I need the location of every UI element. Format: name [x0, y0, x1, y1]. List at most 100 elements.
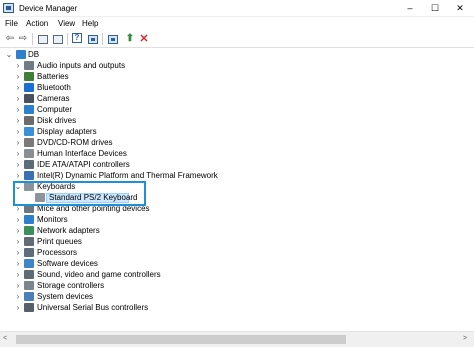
help-question-icon[interactable]: ?	[72, 33, 82, 43]
tree-root[interactable]: ⌄ DB	[0, 49, 474, 60]
monitor-icon	[24, 215, 34, 224]
collapse-chevron-icon[interactable]: ⌄	[5, 49, 13, 60]
expand-chevron-icon[interactable]: ›	[14, 82, 22, 93]
update-driver-icon[interactable]	[87, 33, 99, 45]
category-print-queues[interactable]: › Print queues	[0, 236, 474, 247]
enable-device-icon[interactable]: ⬆	[124, 33, 136, 45]
category-processors[interactable]: › Processors	[0, 247, 474, 258]
expand-chevron-icon[interactable]: ›	[14, 280, 22, 291]
scan-monitor-icon[interactable]	[107, 33, 119, 45]
category-ide-ata-atapi-controllers[interactable]: › IDE ATA/ATAPI controllers	[0, 159, 474, 170]
expand-chevron-icon[interactable]: ›	[14, 214, 22, 225]
expand-chevron-icon[interactable]: ›	[14, 269, 22, 280]
menu-help[interactable]: Help	[82, 19, 98, 28]
disk-drive-icon	[24, 116, 34, 125]
scan-list-icon[interactable]	[52, 33, 64, 45]
expand-chevron-icon[interactable]: ›	[14, 291, 22, 302]
ide-controller-icon	[24, 160, 34, 169]
maximize-button[interactable]: ☐	[423, 1, 447, 15]
printer-icon	[24, 237, 34, 246]
toolbar-separator	[67, 33, 68, 45]
category-label: Processors	[37, 248, 78, 257]
category-network-adapters[interactable]: › Network adapters	[0, 225, 474, 236]
category-display-adapters[interactable]: › Display adapters	[0, 126, 474, 137]
expand-chevron-icon[interactable]: ›	[14, 93, 22, 104]
category-label: Universal Serial Bus controllers	[37, 303, 149, 312]
sound-controller-icon	[24, 270, 34, 279]
category-label: IDE ATA/ATAPI controllers	[37, 160, 130, 169]
scroll-left-arrow-icon[interactable]: <	[3, 335, 7, 342]
horizontal-scrollbar[interactable]: < >	[0, 331, 474, 347]
speaker-icon	[24, 61, 34, 70]
category-label: System devices	[37, 292, 94, 301]
category-monitors[interactable]: › Monitors	[0, 214, 474, 225]
expand-chevron-icon[interactable]: ›	[14, 159, 22, 170]
expand-chevron-icon[interactable]: ›	[14, 71, 22, 82]
category-bluetooth[interactable]: › Bluetooth	[0, 82, 474, 93]
scroll-right-arrow-icon[interactable]: >	[463, 335, 467, 342]
category-universal-serial-bus-controllers[interactable]: › Universal Serial Bus controllers	[0, 302, 474, 313]
network-adapter-icon	[24, 226, 34, 235]
expand-chevron-icon[interactable]: ›	[14, 104, 22, 115]
expand-chevron-icon[interactable]: ›	[14, 60, 22, 71]
expand-chevron-icon[interactable]: ›	[14, 137, 22, 148]
category-label: Storage controllers	[37, 281, 105, 290]
system-device-icon	[24, 292, 34, 301]
back-arrow-icon[interactable]: ⇦	[4, 33, 16, 45]
category-label: Disk drives	[37, 116, 77, 125]
category-software-devices[interactable]: › Software devices	[0, 258, 474, 269]
forward-arrow-icon[interactable]: ⇨	[17, 33, 29, 45]
expand-chevron-icon[interactable]: ›	[14, 225, 22, 236]
category-label: Print queues	[37, 237, 82, 246]
expand-chevron-icon[interactable]: ›	[14, 170, 22, 181]
scrollbar-thumb[interactable]	[16, 335, 346, 344]
expand-chevron-icon[interactable]: ›	[14, 302, 22, 313]
processor-icon	[24, 248, 34, 257]
category-label: Cameras	[37, 94, 70, 103]
close-button[interactable]: ✕	[448, 1, 472, 15]
tree-root-label: DB	[28, 50, 40, 59]
category-label: DVD/CD-ROM drives	[37, 138, 113, 147]
category-system-devices[interactable]: › System devices	[0, 291, 474, 302]
expand-chevron-icon[interactable]: ›	[14, 258, 22, 269]
toolbar-separator	[32, 33, 33, 45]
expand-chevron-icon[interactable]: ›	[14, 236, 22, 247]
category-cameras[interactable]: › Cameras	[0, 93, 474, 104]
camera-icon	[24, 94, 34, 103]
category-dvd-cd-rom-drives[interactable]: › DVD/CD-ROM drives	[0, 137, 474, 148]
category-intel-r-dynamic-platform-and-thermal-framework[interactable]: › Intel(R) Dynamic Platform and Thermal F…	[0, 170, 474, 181]
category-label: Intel(R) Dynamic Platform and Thermal Fr…	[37, 171, 218, 180]
properties-grid-icon[interactable]	[37, 33, 49, 45]
expand-chevron-icon[interactable]: ›	[14, 148, 22, 159]
category-label: Batteries	[37, 72, 69, 81]
category-sound-video-and-game-controllers[interactable]: › Sound, video and game controllers	[0, 269, 474, 280]
usb-controller-icon	[24, 303, 34, 312]
dvd-drive-icon	[24, 138, 34, 147]
menu-action[interactable]: Action	[26, 19, 48, 28]
uninstall-x-icon[interactable]: ✕	[138, 33, 150, 45]
category-batteries[interactable]: › Batteries	[0, 71, 474, 82]
category-label: Audio inputs and outputs	[37, 61, 126, 70]
computer-icon	[24, 105, 34, 114]
category-label: Monitors	[37, 215, 68, 224]
software-device-icon	[24, 259, 34, 268]
category-disk-drives[interactable]: › Disk drives	[0, 115, 474, 126]
title-bar: Device Manager – ☐ ✕	[0, 0, 474, 17]
category-audio-inputs-and-outputs[interactable]: › Audio inputs and outputs	[0, 60, 474, 71]
storage-controller-icon	[24, 281, 34, 290]
toolbar: ⇦ ⇨ ? ⬆ ✕	[0, 30, 474, 48]
category-computer[interactable]: › Computer	[0, 104, 474, 115]
keyboards-highlight-frame	[13, 181, 146, 206]
computer-icon	[16, 50, 26, 59]
category-label: Bluetooth	[37, 83, 71, 92]
category-label: Software devices	[37, 259, 98, 268]
expand-chevron-icon[interactable]: ›	[14, 247, 22, 258]
minimize-button[interactable]: –	[398, 1, 422, 15]
category-storage-controllers[interactable]: › Storage controllers	[0, 280, 474, 291]
category-human-interface-devices[interactable]: › Human Interface Devices	[0, 148, 474, 159]
bluetooth-icon	[24, 83, 34, 92]
menu-file[interactable]: File	[5, 19, 18, 28]
expand-chevron-icon[interactable]: ›	[14, 126, 22, 137]
menu-view[interactable]: View	[58, 19, 75, 28]
expand-chevron-icon[interactable]: ›	[14, 115, 22, 126]
